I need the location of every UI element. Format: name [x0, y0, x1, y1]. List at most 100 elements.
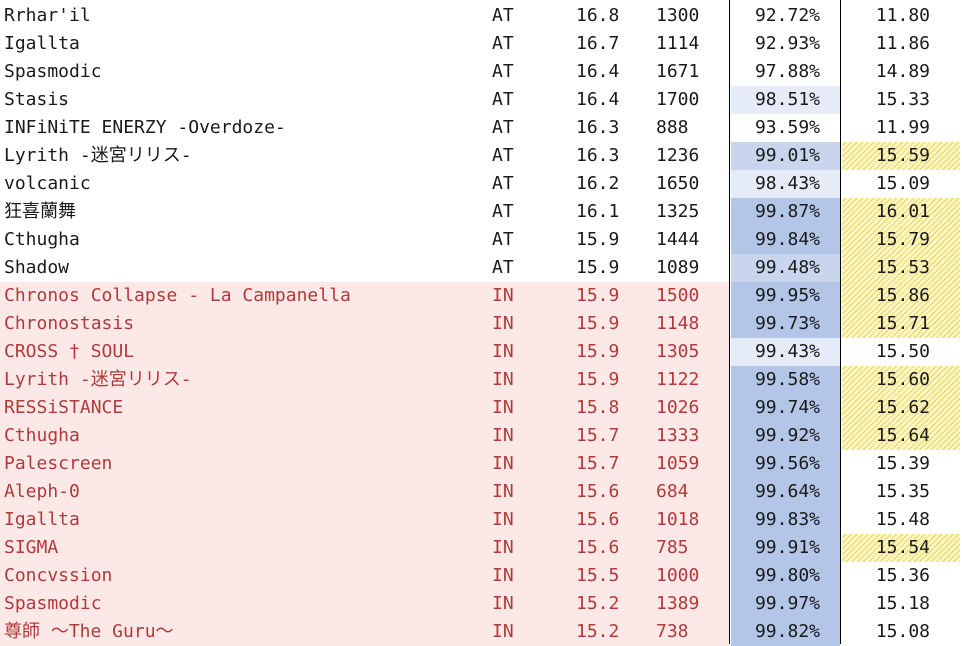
- cell-difficulty[interactable]: IN: [492, 618, 552, 646]
- cell-rating[interactable]: 15.60: [842, 366, 960, 394]
- cell-constant[interactable]: 16.8: [576, 2, 646, 30]
- cell-notes[interactable]: 1089: [656, 254, 728, 282]
- table-row[interactable]: Spasmodic AT 16.4 1671 97.88% 14.89: [0, 58, 962, 86]
- cell-difficulty[interactable]: IN: [492, 562, 552, 590]
- cell-constant[interactable]: 15.9: [576, 310, 646, 338]
- cell-title[interactable]: Igallta: [4, 30, 484, 58]
- cell-rating[interactable]: 15.09: [842, 170, 960, 198]
- cell-accuracy[interactable]: 99.87%: [731, 198, 840, 226]
- cell-rating[interactable]: 15.86: [842, 282, 960, 310]
- cell-rating[interactable]: 15.08: [842, 618, 960, 646]
- cell-accuracy[interactable]: 92.93%: [731, 30, 840, 58]
- cell-notes[interactable]: 1000: [656, 562, 728, 590]
- cell-accuracy[interactable]: 97.88%: [731, 58, 840, 86]
- cell-constant[interactable]: 15.6: [576, 478, 646, 506]
- table-row[interactable]: Cthugha IN 15.7 1333 99.92% 15.64: [0, 422, 962, 450]
- cell-difficulty[interactable]: IN: [492, 282, 552, 310]
- cell-notes[interactable]: 1500: [656, 282, 728, 310]
- table-row[interactable]: Chronos Collapse - La Campanella IN 15.9 15…: [0, 282, 962, 310]
- cell-notes[interactable]: 1059: [656, 450, 728, 478]
- cell-constant[interactable]: 16.4: [576, 58, 646, 86]
- cell-constant[interactable]: 16.3: [576, 114, 646, 142]
- cell-accuracy[interactable]: 99.92%: [731, 422, 840, 450]
- cell-rating[interactable]: 15.59: [842, 142, 960, 170]
- cell-accuracy[interactable]: 98.43%: [731, 170, 840, 198]
- cell-accuracy[interactable]: 99.80%: [731, 562, 840, 590]
- table-row[interactable]: Aleph-0 IN 15.6 684 99.64% 15.35: [0, 478, 962, 506]
- cell-rating[interactable]: 15.48: [842, 506, 960, 534]
- table-row[interactable]: Concvssion IN 15.5 1000 99.80% 15.36: [0, 562, 962, 590]
- cell-constant[interactable]: 15.6: [576, 506, 646, 534]
- cell-title[interactable]: Igallta: [4, 506, 484, 534]
- cell-rating[interactable]: 14.89: [842, 58, 960, 86]
- cell-accuracy[interactable]: 99.74%: [731, 394, 840, 422]
- cell-rating[interactable]: 15.62: [842, 394, 960, 422]
- cell-title[interactable]: RESSiSTANCE: [4, 394, 484, 422]
- cell-rating[interactable]: 11.99: [842, 114, 960, 142]
- cell-difficulty[interactable]: AT: [492, 58, 552, 86]
- table-row[interactable]: SIGMA IN 15.6 785 99.91% 15.54: [0, 534, 962, 562]
- cell-title[interactable]: Chronostasis: [4, 310, 484, 338]
- cell-title[interactable]: volcanic: [4, 170, 484, 198]
- cell-notes[interactable]: 1148: [656, 310, 728, 338]
- cell-difficulty[interactable]: IN: [492, 450, 552, 478]
- table-row[interactable]: volcanic AT 16.2 1650 98.43% 15.09: [0, 170, 962, 198]
- table-row[interactable]: Lyrith -迷宮リリス- AT 16.3 1236 99.01% 15.59: [0, 142, 962, 170]
- cell-title[interactable]: 尊師 ～The Guru～: [4, 618, 484, 646]
- cell-accuracy[interactable]: 99.83%: [731, 506, 840, 534]
- cell-constant[interactable]: 15.6: [576, 534, 646, 562]
- cell-rating[interactable]: 15.64: [842, 422, 960, 450]
- cell-notes[interactable]: 684: [656, 478, 728, 506]
- cell-notes[interactable]: 1333: [656, 422, 728, 450]
- cell-constant[interactable]: 16.7: [576, 30, 646, 58]
- cell-accuracy[interactable]: 99.82%: [731, 618, 840, 646]
- table-row[interactable]: Spasmodic IN 15.2 1389 99.97% 15.18: [0, 590, 962, 618]
- cell-constant[interactable]: 15.7: [576, 422, 646, 450]
- table-row[interactable]: Igallta IN 15.6 1018 99.83% 15.48: [0, 506, 962, 534]
- cell-difficulty[interactable]: AT: [492, 114, 552, 142]
- cell-notes[interactable]: 1305: [656, 338, 728, 366]
- cell-title[interactable]: Spasmodic: [4, 590, 484, 618]
- cell-accuracy[interactable]: 92.72%: [731, 2, 840, 30]
- table-row[interactable]: Palescreen IN 15.7 1059 99.56% 15.39: [0, 450, 962, 478]
- table-row[interactable]: Rrhar'il AT 16.8 1300 92.72% 11.80: [0, 2, 962, 30]
- cell-difficulty[interactable]: AT: [492, 142, 552, 170]
- cell-rating[interactable]: 15.53: [842, 254, 960, 282]
- cell-constant[interactable]: 16.4: [576, 86, 646, 114]
- cell-title[interactable]: Palescreen: [4, 450, 484, 478]
- table-row[interactable]: Chronostasis IN 15.9 1148 99.73% 15.71: [0, 310, 962, 338]
- table-row[interactable]: CROSS † SOUL IN 15.9 1305 99.43% 15.50: [0, 338, 962, 366]
- cell-constant[interactable]: 15.7: [576, 450, 646, 478]
- cell-difficulty[interactable]: IN: [492, 422, 552, 450]
- cell-difficulty[interactable]: AT: [492, 30, 552, 58]
- cell-rating[interactable]: 15.36: [842, 562, 960, 590]
- cell-accuracy[interactable]: 99.97%: [731, 590, 840, 618]
- cell-rating[interactable]: 16.01: [842, 198, 960, 226]
- cell-title[interactable]: INFiNiTE ENERZY -Overdoze-: [4, 114, 484, 142]
- cell-title[interactable]: 狂喜蘭舞: [4, 198, 484, 226]
- cell-title[interactable]: Spasmodic: [4, 58, 484, 86]
- cell-difficulty[interactable]: AT: [492, 254, 552, 282]
- cell-notes[interactable]: 785: [656, 534, 728, 562]
- table-row[interactable]: Shadow AT 15.9 1089 99.48% 15.53: [0, 254, 962, 282]
- cell-constant[interactable]: 15.9: [576, 254, 646, 282]
- cell-rating[interactable]: 15.54: [842, 534, 960, 562]
- cell-constant[interactable]: 15.2: [576, 590, 646, 618]
- cell-constant[interactable]: 16.2: [576, 170, 646, 198]
- cell-constant[interactable]: 15.8: [576, 394, 646, 422]
- cell-notes[interactable]: 1018: [656, 506, 728, 534]
- cell-difficulty[interactable]: IN: [492, 394, 552, 422]
- cell-notes[interactable]: 1114: [656, 30, 728, 58]
- table-row[interactable]: 尊師 ～The Guru～ IN 15.2 738 99.82% 15.08: [0, 618, 962, 646]
- cell-difficulty[interactable]: IN: [492, 590, 552, 618]
- cell-constant[interactable]: 15.9: [576, 338, 646, 366]
- cell-accuracy[interactable]: 93.59%: [731, 114, 840, 142]
- cell-title[interactable]: Shadow: [4, 254, 484, 282]
- cell-notes[interactable]: 888: [656, 114, 728, 142]
- cell-notes[interactable]: 1300: [656, 2, 728, 30]
- cell-difficulty[interactable]: AT: [492, 170, 552, 198]
- cell-difficulty[interactable]: IN: [492, 338, 552, 366]
- cell-accuracy[interactable]: 99.95%: [731, 282, 840, 310]
- cell-notes[interactable]: 1444: [656, 226, 728, 254]
- cell-accuracy[interactable]: 99.64%: [731, 478, 840, 506]
